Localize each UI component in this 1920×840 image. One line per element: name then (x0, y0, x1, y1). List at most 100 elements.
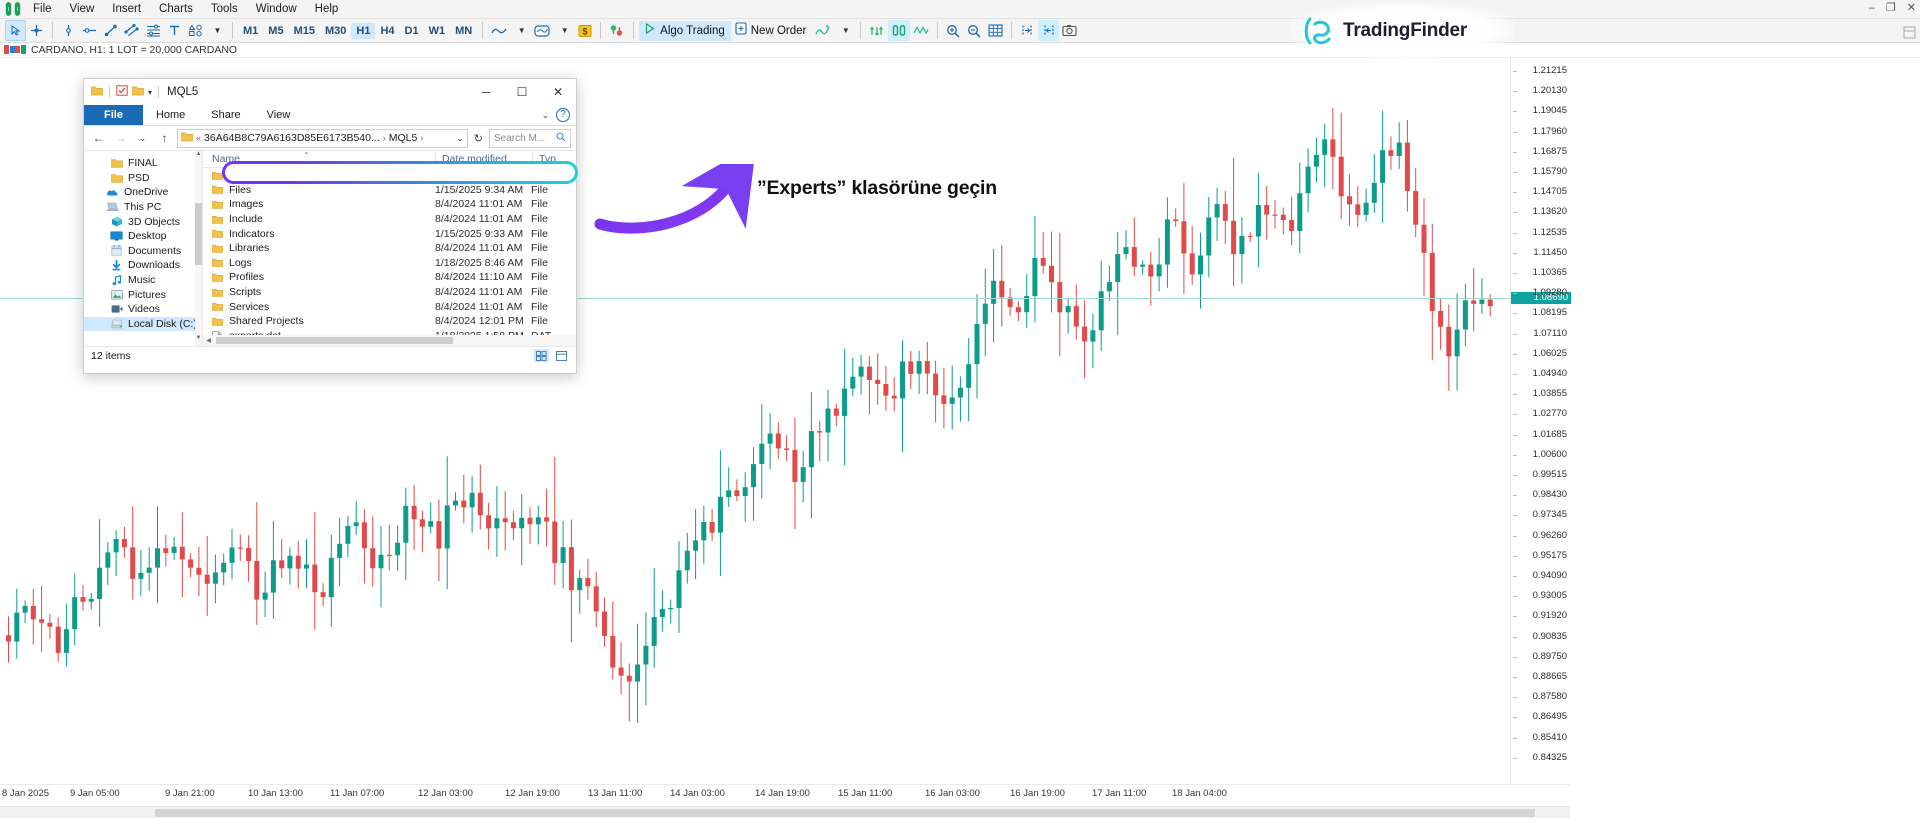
file-row-indicators[interactable]: Indicators1/15/2025 9:33 AMFile (203, 226, 576, 241)
close-button[interactable]: ✕ (1907, 1, 1916, 14)
nav-item-desktop[interactable]: Desktop (84, 229, 202, 244)
timeframe-m30[interactable]: M30 (320, 23, 351, 39)
right-mini-toolbar[interactable] (1900, 22, 1918, 42)
file-row-files[interactable]: Files1/15/2025 9:34 AMFile (203, 183, 576, 198)
column-header-type[interactable]: Typ (533, 153, 576, 165)
timeframe-w1[interactable]: W1 (424, 23, 451, 39)
nav-item-onedrive[interactable]: OneDrive (84, 185, 202, 200)
address-input[interactable]: « 36A64B8C79A6163D85E6173B540... › MQL5 … (177, 129, 468, 148)
file-row-logs[interactable]: Logs1/18/2025 8:46 AMFile (203, 256, 576, 271)
file-row-profiles[interactable]: Profiles8/4/2024 11:10 AMFile (203, 270, 576, 285)
nav-scroll-up-icon[interactable]: ▲ (195, 151, 202, 162)
up-arrow-icon[interactable]: ↑ (155, 129, 174, 148)
ribbon-tab-file[interactable]: File (84, 105, 143, 125)
ribbon-tab-share[interactable]: Share (198, 105, 253, 125)
chart-type-dropdown-icon[interactable]: ▼ (510, 20, 531, 41)
new-folder-icon[interactable] (132, 83, 144, 101)
ribbon-tab-home[interactable]: Home (143, 105, 198, 125)
timeframe-h4[interactable]: H4 (375, 23, 399, 39)
file-row-libraries[interactable]: Libraries8/4/2024 11:01 AMFile (203, 241, 576, 256)
refresh-icon[interactable]: ↻ (471, 132, 486, 145)
menu-tools[interactable]: Tools (202, 0, 247, 18)
ribbon-expand-icon[interactable]: ⌄ (541, 110, 549, 121)
explorer-close-button[interactable]: ✕ (540, 79, 576, 105)
indicators-icon[interactable] (812, 20, 834, 41)
equidistant-channel-icon[interactable] (121, 20, 143, 41)
back-arrow-icon[interactable]: ← (89, 129, 108, 148)
navigation-pane[interactable]: FINALPSDOneDriveThis PC3D ObjectsDesktop… (84, 151, 203, 346)
time-axis[interactable]: 8 Jan 20259 Jan 05:009 Jan 21:0010 Jan 1… (0, 784, 1570, 804)
file-row-experts[interactable]: Experts1/15/2025 4:44 PMFile (203, 168, 576, 183)
explorer-title-bar[interactable]: ▾ MQL5 ─ ☐ ✕ (84, 79, 576, 105)
nav-item-final[interactable]: FINAL (84, 156, 202, 171)
file-list[interactable]: Name ⌃ Date modified Typ Experts1/15/202… (203, 151, 576, 346)
maximize-button[interactable]: ❐ (1886, 1, 1896, 14)
vertical-line-icon[interactable] (58, 20, 79, 41)
recent-chevron-icon[interactable]: ⌄ (133, 129, 152, 148)
shapes-dropdown-icon[interactable]: ▼ (206, 20, 227, 41)
folder-icon[interactable] (91, 83, 103, 101)
column-header-date[interactable]: Date modified (436, 153, 532, 165)
minimize-button[interactable]: – (1869, 2, 1875, 14)
file-row-images[interactable]: Images8/4/2024 11:01 AMFile (203, 197, 576, 212)
template-dropdown-icon[interactable]: ▼ (553, 20, 574, 41)
screenshot-icon[interactable] (1059, 20, 1080, 41)
timeframe-h1[interactable]: H1 (351, 23, 375, 39)
algo-trading-button[interactable]: Algo Trading (639, 21, 731, 41)
menu-file[interactable]: File (24, 0, 61, 18)
file-list-scroll-thumb[interactable] (216, 337, 453, 344)
ribbon-tab-view[interactable]: View (254, 105, 304, 125)
fibonacci-icon[interactable] (143, 20, 164, 41)
nav-scroll-thumb[interactable] (195, 203, 202, 265)
autoscroll-icon[interactable] (866, 20, 888, 41)
nav-item-documents[interactable]: Documents (84, 244, 202, 259)
menu-charts[interactable]: Charts (150, 0, 202, 18)
customize-chevron-icon[interactable]: ▾ (148, 88, 152, 97)
nav-item-pictures[interactable]: Pictures (84, 287, 202, 302)
file-row-scripts[interactable]: Scripts8/4/2024 11:01 AMFile (203, 285, 576, 300)
chart-scrollbar[interactable] (0, 806, 1570, 818)
nav-scroll-down-icon[interactable]: ▼ (195, 335, 202, 346)
menu-view[interactable]: View (61, 0, 104, 18)
file-row-include[interactable]: Include8/4/2024 11:01 AMFile (203, 212, 576, 227)
timeframe-mn[interactable]: MN (450, 23, 477, 39)
dollar-box-icon[interactable]: $ (574, 20, 595, 41)
grid-icon[interactable] (985, 20, 1006, 41)
price-axis[interactable]: 1.08690 1.212151.201301.190451.179601.16… (1510, 58, 1570, 784)
file-row-shared-projects[interactable]: Shared Projects8/4/2024 12:01 PMFile (203, 314, 576, 329)
timeframe-m15[interactable]: M15 (289, 23, 320, 39)
trendline-icon[interactable] (100, 20, 121, 41)
help-icon[interactable]: ? (556, 108, 570, 122)
scroll-left-icon[interactable]: ◀ (203, 337, 214, 344)
menu-window[interactable]: Window (247, 0, 306, 18)
data-window-icon[interactable] (1038, 20, 1059, 41)
cursor-arrow-icon[interactable] (5, 20, 26, 41)
search-input[interactable]: Search M... (489, 129, 571, 148)
nav-pane-scrollbar[interactable]: ▲▼ (195, 151, 202, 346)
scrollbar-thumb[interactable] (155, 809, 1535, 817)
nav-item-local-disk-c[interactable]: Local Disk (C:) (84, 317, 202, 332)
zoom-out-icon[interactable] (964, 20, 985, 41)
zoom-in-icon[interactable] (943, 20, 964, 41)
crosshair-icon[interactable] (26, 20, 47, 41)
horizontal-line-icon[interactable] (79, 20, 100, 41)
file-explorer-window[interactable]: ▾ MQL5 ─ ☐ ✕ File Home Share View ⌄ ? ← … (83, 78, 577, 374)
explorer-minimize-button[interactable]: ─ (468, 79, 504, 105)
forward-arrow-icon[interactable]: → (111, 129, 130, 148)
nav-item-this-pc[interactable]: This PC (84, 200, 202, 215)
timeframe-d1[interactable]: D1 (400, 23, 424, 39)
chart-shift-icon[interactable] (888, 20, 910, 41)
template-icon[interactable] (531, 20, 553, 41)
wave-icon[interactable] (910, 20, 932, 41)
timeframe-m1[interactable]: M1 (238, 23, 263, 39)
details-view-icon[interactable] (534, 349, 549, 362)
objects-list-icon[interactable] (606, 20, 628, 41)
menu-help[interactable]: Help (306, 0, 348, 18)
line-chart-icon[interactable] (488, 20, 510, 41)
search-icon[interactable] (556, 132, 566, 145)
file-list-hscrollbar[interactable]: ◀ (203, 335, 576, 346)
period-separators-icon[interactable] (1017, 20, 1038, 41)
nav-item-3d-objects[interactable]: 3D Objects (84, 214, 202, 229)
nav-item-music[interactable]: Music (84, 273, 202, 288)
explorer-maximize-button[interactable]: ☐ (504, 79, 540, 105)
